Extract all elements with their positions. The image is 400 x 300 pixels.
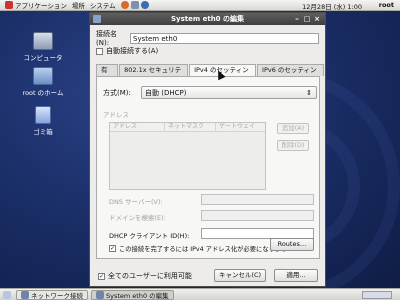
desktop-icon-trash[interactable]: ゴミ箱 [16, 106, 70, 136]
network-icon [96, 290, 104, 299]
tab-ipv6-settings[interactable]: IPv6 のセッティング [257, 64, 324, 85]
address-section-label: アドレス [103, 111, 129, 119]
firefox-icon[interactable] [120, 1, 129, 9]
settings-tabs: 有線 802.1x セキュリティ IPv4 のセッティング IPv6 のセッティ… [96, 64, 325, 85]
applications-menu-label: アプリケーション [15, 2, 67, 10]
apply-button[interactable]: 適用... [274, 269, 318, 282]
taskbar-item-edit-eth0[interactable]: System eth0 の編集 [91, 289, 174, 300]
dialog-titlebar[interactable]: System eth0 の編集 – □ × [90, 13, 325, 25]
tab-8021x-security[interactable]: 802.1x セキュリティ [119, 64, 189, 85]
method-select[interactable]: 自動 (DHCP) ⇕ [141, 86, 317, 99]
method-row: 方式(M): [103, 88, 131, 98]
applications-menu-icon [5, 1, 13, 9]
applications-menu[interactable]: アプリケーション [5, 0, 67, 10]
launchers [120, 1, 151, 9]
routes-button[interactable]: Routes… [270, 238, 314, 251]
add-address-button[interactable]: 追加(A) [277, 123, 309, 134]
dns-servers-input[interactable] [201, 194, 314, 205]
gateway-column-header: ゲートウェイ [219, 123, 256, 130]
method-select-value: 自動 (DHCP) [145, 89, 187, 97]
minimize-icon[interactable]: – [293, 15, 301, 23]
dns-servers-label: DNS サーバー(V): [109, 198, 163, 206]
search-domains-label: ドメインを検索(E): [109, 214, 166, 222]
taskbar-item-label: ネットワーク接続 [31, 291, 83, 300]
help-icon[interactable] [140, 1, 149, 9]
desktop-icon-home[interactable]: root のホーム [16, 67, 70, 97]
auto-connect-checkbox[interactable] [96, 47, 103, 55]
connection-name-input[interactable]: System eth0 [130, 32, 319, 44]
maximize-icon[interactable]: □ [303, 15, 311, 23]
address-column-header: アドレス [110, 123, 165, 131]
address-table-header: アドレス ネットマスク ゲートウェイ [110, 123, 265, 132]
desktop-icon-label: ゴミ箱 [33, 128, 53, 136]
clock[interactable]: 12月28日 (水) 1:00 [302, 1, 362, 11]
require-ipv4-checkbox[interactable]: ✓ [109, 245, 116, 252]
system-menu[interactable]: システム [90, 0, 116, 10]
auto-connect-row[interactable]: 自動接続する(A) [96, 46, 158, 56]
desktop-icon-computer[interactable]: コンピュータ [16, 32, 70, 62]
user-menu[interactable]: root [379, 1, 394, 9]
cancel-button[interactable]: キャンセル(C) [214, 269, 266, 282]
all-users-label: 全てのユーザーに利用可能 [108, 272, 192, 280]
address-table[interactable]: アドレス ネットマスク ゲートウェイ [109, 122, 266, 190]
all-users-row[interactable]: ✓ 全てのユーザーに利用可能 [98, 271, 192, 281]
desktop-icon-label: root のホーム [22, 89, 64, 97]
netmask-column-header: ネットマスク [165, 123, 216, 131]
desktop-icon-label: コンピュータ [23, 54, 63, 62]
workspace-switcher[interactable] [362, 291, 392, 299]
mail-icon[interactable] [130, 1, 139, 9]
dhcp-client-id-label: DHCP クライアント ID(H): [109, 232, 190, 240]
connection-name-label: 接続名(N): [96, 30, 117, 47]
chevron-updown-icon: ⇕ [306, 89, 312, 97]
dialog-title: System eth0 の編集 [171, 15, 244, 23]
top-panel: アプリケーション 場所 システム 12月28日 (水) 1:00 root [0, 0, 400, 11]
window-icon [93, 15, 101, 23]
auto-connect-label: 自動接続する(A) [106, 47, 159, 55]
system-menu-label: システム [89, 2, 116, 10]
delete-address-button[interactable]: 削除(D) [277, 140, 309, 151]
taskbar-item-label: System eth0 の編集 [106, 291, 169, 300]
require-ipv4-row[interactable]: ✓ この接続を完了するには IPv4 アドレス化が必要になります [109, 244, 288, 253]
all-users-checkbox[interactable]: ✓ [98, 272, 105, 280]
search-domains-input[interactable] [201, 210, 314, 221]
show-desktop-icon[interactable] [3, 290, 11, 299]
edit-connection-dialog: System eth0 の編集 – □ × 接続名(N): System eth… [89, 12, 326, 287]
network-icon [21, 290, 29, 299]
taskbar-item-network-connections[interactable]: ネットワーク接続 [16, 289, 88, 300]
tab-wired[interactable]: 有線 [96, 64, 119, 85]
computer-icon [33, 32, 53, 50]
close-icon[interactable]: × [313, 15, 321, 23]
method-label: 方式(M): [103, 89, 131, 97]
places-menu[interactable]: 場所 [72, 0, 85, 10]
bottom-panel: ネットワーク接続 System eth0 の編集 [0, 288, 400, 300]
require-ipv4-label: この接続を完了するには IPv4 アドレス化が必要になります [119, 246, 288, 253]
home-folder-icon [33, 67, 53, 85]
trash-icon [35, 106, 51, 124]
ipv4-settings-panel: 方式(M): 自動 (DHCP) ⇕ アドレス アドレス ネットマスク ゲートウ… [96, 76, 320, 259]
places-menu-label: 場所 [71, 2, 85, 10]
connection-name-row: 接続名(N): System eth0 [96, 29, 319, 47]
